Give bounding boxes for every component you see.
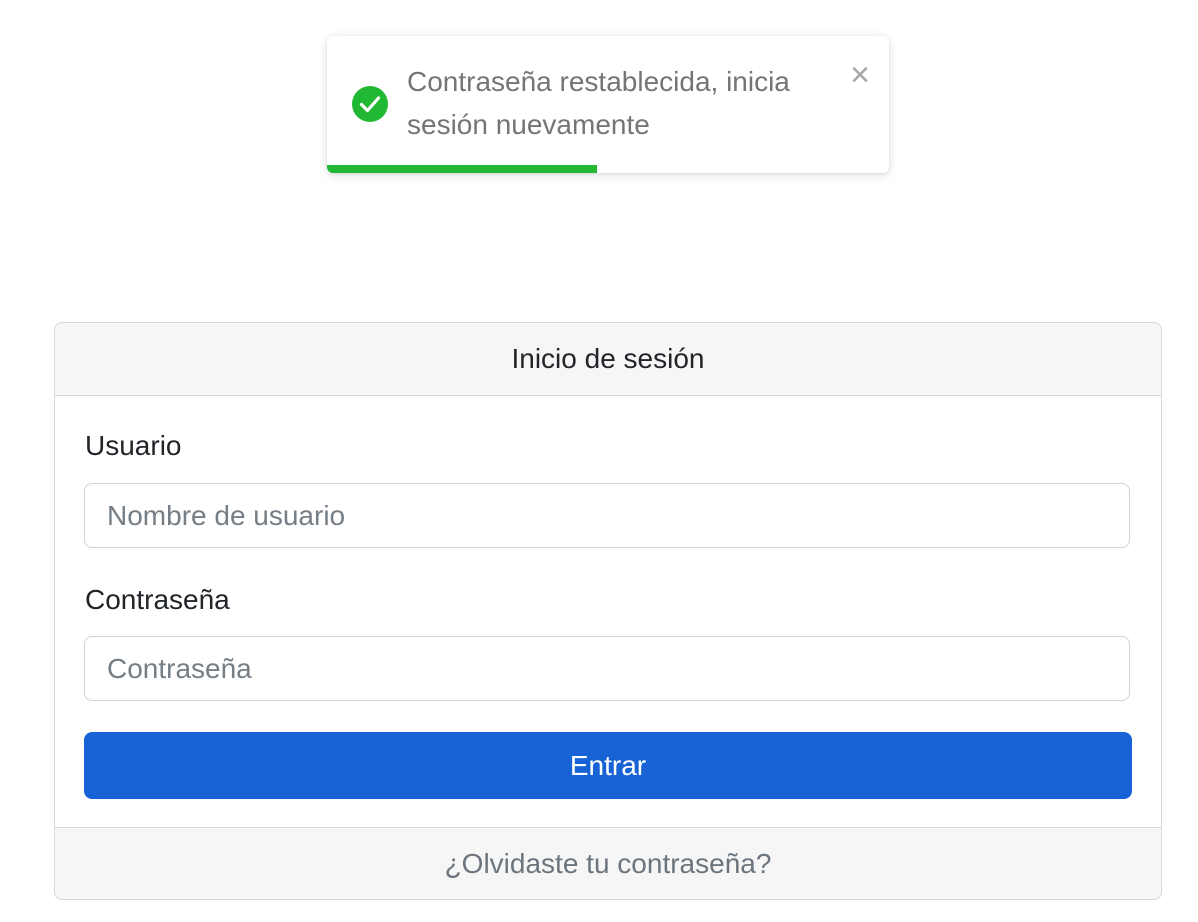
success-toast: Contraseña restablecida, inicia sesión n… [327,36,889,173]
login-title: Inicio de sesión [511,343,705,374]
close-icon[interactable]: × [843,58,877,92]
toast-progress-bar [327,165,889,173]
login-card-header: Inicio de sesión [55,323,1161,396]
forgot-password-link[interactable]: ¿Olvidaste tu contraseña? [445,848,772,880]
toast-message-line-1: Contraseña restablecida, inicia [407,66,790,97]
username-input[interactable] [84,483,1130,548]
password-input[interactable] [84,636,1130,701]
login-card: Inicio de sesión Usuario Contraseña Entr… [54,322,1162,900]
login-submit-button[interactable]: Entrar [84,732,1132,799]
password-label: Contraseña [85,584,230,615]
username-label: Usuario [85,430,182,461]
toast-message: Contraseña restablecida, inicia sesión n… [407,60,827,146]
login-form: Usuario Contraseña Entrar [55,396,1161,826]
toast-message-line-2: sesión nuevamente [407,109,650,140]
toast-progress-fill [327,165,597,173]
login-card-footer: ¿Olvidaste tu contraseña? [55,827,1161,899]
check-circle-icon [352,86,388,122]
